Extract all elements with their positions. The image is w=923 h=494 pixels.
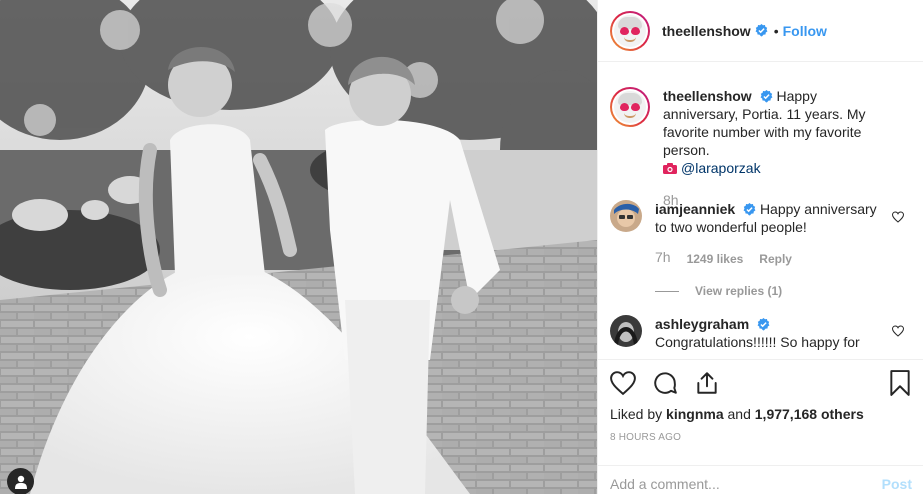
- caption-body: theellenshow Happy anniversary, Portia. …: [663, 87, 888, 209]
- commenter-username[interactable]: ashleygraham: [655, 316, 749, 332]
- post-actions: Liked by kingnma and 1,977,168 others 8 …: [598, 359, 923, 465]
- comments-list[interactable]: theellenshow Happy anniversary, Portia. …: [598, 63, 923, 359]
- comment-likes[interactable]: 1249 likes: [687, 250, 744, 268]
- caption-username[interactable]: theellenshow: [663, 88, 752, 104]
- comment-icon[interactable]: [652, 370, 680, 398]
- verified-badge-icon: [760, 90, 773, 103]
- verified-badge-icon: [755, 24, 768, 37]
- comment-body: ashleygraham Congratulations!!!!!! So ha…: [655, 315, 880, 351]
- verified-badge-icon: [743, 203, 756, 216]
- heart-icon[interactable]: [610, 370, 638, 398]
- user-tag-icon[interactable]: [7, 468, 34, 494]
- post-timestamp[interactable]: 8 HOURS AGO: [610, 432, 681, 443]
- comment-text: Congratulations!!!!!! So happy for: [655, 334, 860, 350]
- comment-input[interactable]: [610, 476, 882, 492]
- separator-dot: •: [773, 22, 779, 39]
- verified-badge-icon: [757, 318, 770, 331]
- post-header: theellenshow • Follow: [598, 0, 923, 62]
- camera-icon: [663, 163, 677, 174]
- view-replies-label: View replies (1): [695, 284, 783, 298]
- commenter-avatar[interactable]: [610, 315, 642, 347]
- post-comment-button[interactable]: Post: [882, 476, 912, 492]
- author-avatar[interactable]: [610, 10, 650, 51]
- reply-button[interactable]: Reply: [759, 250, 792, 268]
- liked-by-others[interactable]: 1,977,168 others: [755, 406, 864, 422]
- photo-credit-link[interactable]: @laraporzak: [681, 160, 761, 176]
- comment-like-heart-icon[interactable]: [892, 325, 904, 337]
- liked-by: Liked by kingnma and 1,977,168 others: [610, 406, 864, 422]
- add-comment-bar: Post: [598, 465, 923, 494]
- caption-author-avatar[interactable]: [610, 87, 650, 127]
- bookmark-icon[interactable]: [888, 370, 916, 398]
- action-icons: [610, 370, 722, 398]
- liked-by-and: and: [727, 406, 751, 422]
- post-side-panel: theellenshow • Follow theellenshow Happy: [597, 0, 923, 494]
- comment-row: ashleygraham Congratulations!!!!!! So ha…: [610, 315, 910, 351]
- share-icon[interactable]: [694, 370, 722, 398]
- author-username[interactable]: theellenshow: [662, 23, 751, 39]
- caption-row: theellenshow Happy anniversary, Portia. …: [610, 87, 910, 209]
- wedding-photo: [0, 0, 597, 494]
- comment-row: iamjeanniek Happy anniversary to two won…: [610, 200, 910, 300]
- liked-by-user[interactable]: kingnma: [666, 406, 724, 422]
- view-replies-button[interactable]: View replies (1): [655, 282, 880, 300]
- comment-age: 7h: [655, 249, 671, 265]
- commenter-username[interactable]: iamjeanniek: [655, 201, 735, 217]
- commenter-avatar[interactable]: [610, 200, 642, 232]
- comment-like-heart-icon[interactable]: [892, 211, 904, 223]
- liked-by-prefix: Liked by: [610, 406, 663, 422]
- comment-meta: 7h 1249 likes Reply: [655, 248, 880, 268]
- comment-body: iamjeanniek Happy anniversary to two won…: [655, 200, 880, 300]
- replies-divider: [655, 290, 679, 292]
- post-photo[interactable]: [0, 0, 597, 494]
- follow-button[interactable]: Follow: [783, 23, 827, 39]
